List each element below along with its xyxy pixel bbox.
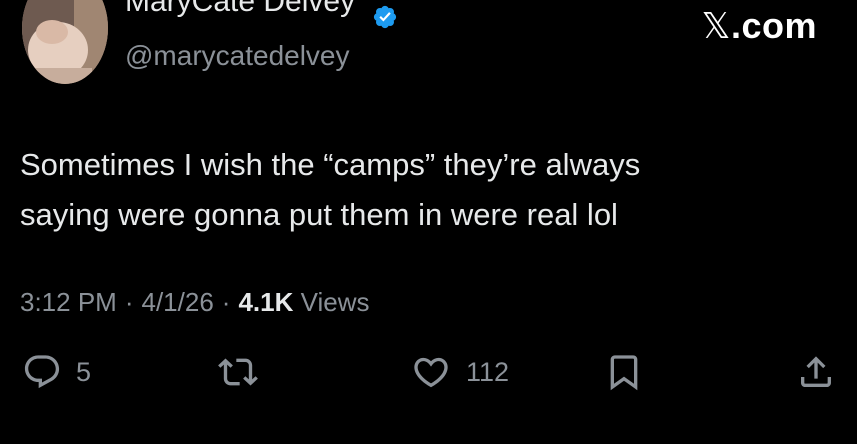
tweet-time[interactable]: 3:12 PM [20, 287, 117, 317]
avatar[interactable] [22, 0, 108, 84]
bookmark-button[interactable] [604, 352, 644, 392]
x-watermark: 𝕏.com [701, 6, 817, 46]
separator: · [221, 287, 231, 317]
tweet-date[interactable]: 4/1/26 [142, 287, 214, 317]
reply-button[interactable]: 5 [22, 352, 91, 392]
reply-count: 5 [76, 357, 92, 387]
tweet-line: Sometimes I wish the “camps” they’re alw… [20, 147, 641, 182]
reply-icon [24, 355, 60, 389]
tweet-meta: 3:12 PM · 4/1/26 · 4.1K Views [20, 286, 370, 318]
display-name[interactable]: MaryCate Delvey [125, 0, 355, 17]
watermark-suffix: .com [730, 5, 817, 46]
heart-icon [414, 357, 448, 388]
tweet-text: Sometimes I wish the “camps” they’re alw… [20, 140, 820, 240]
retweet-button[interactable] [216, 352, 260, 392]
share-icon [801, 356, 831, 387]
user-handle[interactable]: @marycatedelvey [125, 40, 350, 72]
tweet-line: saying were gonna put them in were real … [20, 197, 618, 232]
x-logo-icon: 𝕏 [701, 5, 731, 46]
retweet-icon [218, 358, 258, 386]
views-label: Views [300, 287, 370, 317]
bookmark-icon [610, 355, 638, 391]
views-count: 4.1K [238, 287, 294, 317]
like-button[interactable]: 112 [410, 352, 509, 392]
verified-badge-icon [373, 5, 397, 29]
like-count: 112 [466, 357, 510, 387]
separator: · [124, 287, 134, 317]
action-bar: 5 112 [0, 352, 857, 396]
share-button[interactable] [796, 352, 836, 392]
